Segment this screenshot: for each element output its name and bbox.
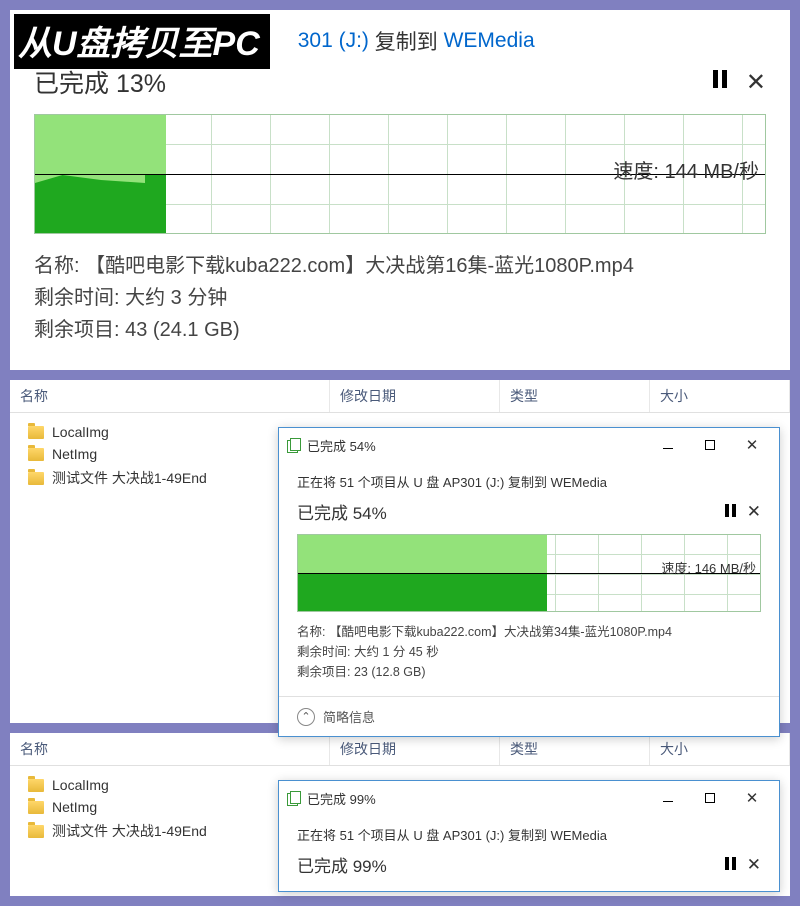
chevron-up-icon: ⌃ [297, 708, 315, 726]
pause-button[interactable] [725, 857, 729, 873]
column-headers: 名称 修改日期 类型 大小 [10, 380, 790, 413]
minimize-button[interactable] [649, 787, 687, 809]
progress-label: 已完成 13% [34, 64, 166, 100]
col-size[interactable]: 大小 [650, 733, 790, 765]
copy-word: 复制到 [375, 26, 438, 56]
close-window-button[interactable]: ✕ [733, 787, 771, 809]
source-link[interactable]: 301 (J:) [298, 29, 369, 53]
explorer-panel-1: 名称 修改日期 类型 大小 LocalImg NetImg 测试文件 大决战1-… [0, 370, 800, 723]
file-name: 【酷吧电影下载kuba222.com】大决战第34集-蓝光1080P.mp4 [329, 625, 672, 639]
items-remaining: 23 (12.8 GB) [354, 665, 426, 679]
cancel-button[interactable]: ✕ [747, 502, 761, 522]
dest-link[interactable]: WEMedia [444, 29, 535, 53]
overlay-caption: 从U盘拷贝至PC [14, 14, 270, 69]
source-link[interactable]: U 盘 AP301 (J:) [413, 475, 504, 490]
speed-label: 速度: 146 MB/秒 [661, 558, 756, 577]
folder-icon [28, 448, 44, 461]
col-size[interactable]: 大小 [650, 380, 790, 412]
folder-icon [28, 801, 44, 814]
maximize-button[interactable] [691, 434, 729, 456]
copy-from-prefix: 正在将 51 个项目从 [297, 475, 410, 490]
file-name: 【酷吧电影下载kuba222.com】大决战第16集-蓝光1080P.mp4 [85, 255, 634, 277]
col-type[interactable]: 类型 [500, 380, 650, 412]
col-type[interactable]: 类型 [500, 733, 650, 765]
copy-dialog-54: 已完成 54% ✕ 正在将 51 个项目从 U 盘 AP301 (J:) 复制到… [278, 427, 780, 737]
close-window-button[interactable]: ✕ [733, 434, 771, 456]
cancel-button[interactable]: ✕ [747, 855, 761, 875]
maximize-button[interactable] [691, 787, 729, 809]
throughput-chart: 速度: 144 MB/秒 [34, 114, 766, 234]
col-name[interactable]: 名称 [10, 380, 330, 412]
folder-icon [28, 472, 44, 485]
source-link[interactable]: U 盘 AP301 (J:) [413, 828, 504, 843]
copy-dialog-99: 已完成 99% ✕ 正在将 51 个项目从 U 盘 AP301 (J:) 复制到… [278, 780, 780, 892]
progress-label: 已完成 54% [297, 499, 387, 524]
time-remaining: 大约 3 分钟 [125, 287, 227, 309]
speed-label: 速度: 144 MB/秒 [613, 155, 759, 184]
cancel-button[interactable]: ✕ [746, 68, 766, 97]
col-name[interactable]: 名称 [10, 733, 330, 765]
explorer-panel-2: 名称 修改日期 类型 大小 LocalImg NetImg 测试文件 大决战1-… [0, 723, 800, 896]
column-headers: 名称 修改日期 类型 大小 [10, 733, 790, 766]
name-label: 名称: [34, 255, 80, 277]
window-title: 已完成 99% [307, 789, 376, 808]
col-date[interactable]: 修改日期 [330, 733, 500, 765]
col-date[interactable]: 修改日期 [330, 380, 500, 412]
dest-link[interactable]: WEMedia [551, 475, 607, 490]
pause-button[interactable] [725, 504, 729, 520]
folder-icon [28, 779, 44, 792]
copy-icon [287, 791, 301, 805]
folder-icon [28, 825, 44, 838]
copy-icon [287, 438, 301, 452]
minimize-button[interactable] [649, 434, 687, 456]
folder-icon [28, 426, 44, 439]
progress-label: 已完成 99% [297, 852, 387, 877]
copy-from-prefix: 正在将 51 个项目从 [297, 828, 410, 843]
window-title: 已完成 54% [307, 436, 376, 455]
pause-button[interactable] [713, 68, 718, 97]
time-remaining: 大约 1 分 45 秒 [354, 645, 439, 659]
time-remaining-label: 剩余时间: [34, 287, 120, 309]
throughput-chart: 速度: 146 MB/秒 [297, 534, 761, 612]
dest-link[interactable]: WEMedia [551, 828, 607, 843]
items-remaining-label: 剩余项目: [34, 319, 120, 341]
items-remaining: 43 (24.1 GB) [125, 319, 240, 341]
brief-info-toggle[interactable]: ⌃ 简略信息 [279, 696, 779, 736]
